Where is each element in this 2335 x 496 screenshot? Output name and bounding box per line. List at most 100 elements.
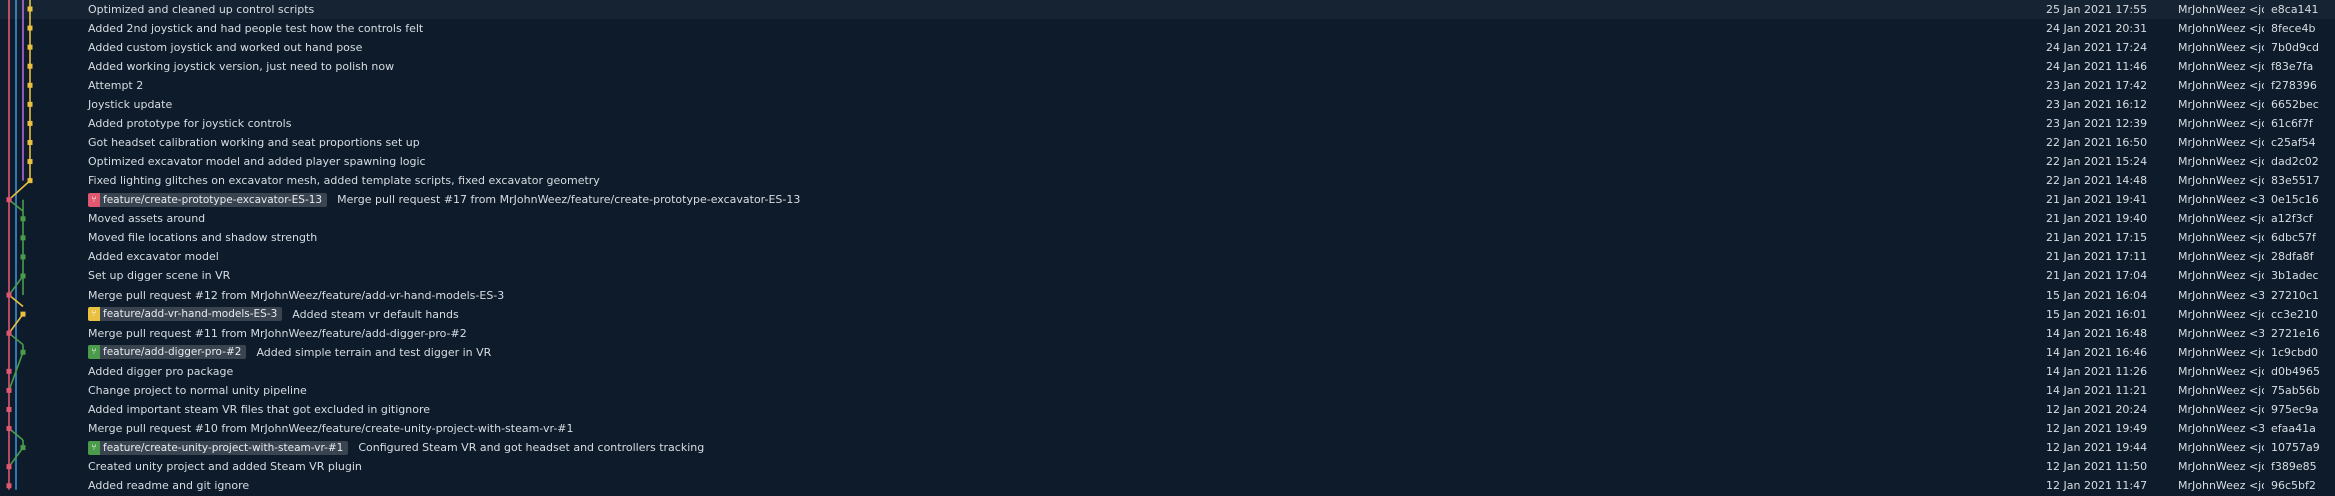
- commit-author: MrJohnWeez <john: [2178, 21, 2264, 35]
- commit-author: MrJohnWeez <john: [2178, 441, 2264, 455]
- commit-row[interactable]: ⑂ feature/add-vr-hand-models-ES-3 Added st…: [0, 305, 2335, 324]
- commit-row[interactable]: Optimized excavator model and added play…: [0, 152, 2335, 171]
- commit-date: 23 Jan 2021 16:12: [2046, 97, 2148, 111]
- commit-row[interactable]: Set up digger scene in VR 21 Jan 2021 17:…: [0, 266, 2335, 285]
- commit-message-cell: Got headset calibration working and seat…: [88, 133, 420, 152]
- commit-author: MrJohnWeez <john: [2178, 460, 2264, 474]
- commit-row[interactable]: Added working joystick version, just nee…: [0, 57, 2335, 76]
- commit-author: MrJohnWeez <john: [2178, 155, 2264, 169]
- commit-sha: 28dfa8f: [2271, 250, 2314, 264]
- commit-row[interactable]: Merge pull request #12 from MrJohnWeez/f…: [0, 286, 2335, 305]
- commit-row[interactable]: Added custom joystick and worked out han…: [0, 38, 2335, 57]
- commit-date: 12 Jan 2021 20:24: [2046, 402, 2148, 416]
- commit-message-cell: Added readme and git ignore: [88, 476, 249, 495]
- commit-row[interactable]: Merge pull request #10 from MrJohnWeez/f…: [0, 419, 2335, 438]
- commit-date: 22 Jan 2021 14:48: [2046, 174, 2148, 188]
- branch-tag-label: feature/create-prototype-excavator-ES-13: [103, 193, 323, 206]
- branch-tag[interactable]: ⑂ feature/add-vr-hand-models-ES-3: [88, 307, 283, 322]
- commit-sha: a12f3cf: [2271, 212, 2313, 226]
- commit-author: MrJohnWeez <john: [2178, 269, 2264, 283]
- commit-message-cell: ⑂ feature/create-unity-project-with-steam…: [88, 438, 704, 457]
- commit-message-cell: Attempt 2: [88, 76, 143, 95]
- commit-row[interactable]: Added prototype for joystick controls 23 …: [0, 114, 2335, 133]
- commit-date: 24 Jan 2021 17:24: [2046, 40, 2148, 54]
- commit-message-cell: Joystick update: [88, 95, 172, 114]
- commit-row[interactable]: Added 2nd joystick and had people test h…: [0, 19, 2335, 38]
- commit-message: Joystick update: [88, 97, 173, 111]
- commit-author: MrJohnWeez <john: [2178, 345, 2264, 359]
- commit-message-cell: Added excavator model: [88, 247, 219, 266]
- commit-sha: 6dbc57f: [2271, 231, 2316, 245]
- commit-log: Optimized and cleaned up control scripts…: [0, 0, 2335, 496]
- branch-icon: ⑂: [88, 440, 100, 455]
- commit-sha: dad2c02: [2271, 155, 2319, 169]
- commit-row[interactable]: Moved file locations and shadow strength…: [0, 228, 2335, 247]
- commit-date: 12 Jan 2021 19:44: [2046, 441, 2148, 455]
- commit-author: MrJohnWeez <john: [2178, 135, 2264, 149]
- commit-date: 14 Jan 2021 11:26: [2046, 364, 2148, 378]
- commit-author: MrJohnWeez <john: [2178, 307, 2264, 321]
- commit-message: Optimized excavator model and added play…: [88, 155, 426, 169]
- commit-message: Merge pull request #11 from MrJohnWeez/f…: [88, 326, 467, 340]
- commit-author: MrJohnWeez <john: [2178, 250, 2264, 264]
- commit-author: MrJohnWeez <john: [2178, 231, 2264, 245]
- branch-tag[interactable]: ⑂ feature/add-digger-pro-#2: [88, 345, 247, 360]
- commit-row[interactable]: Change project to normal unity pipeline 1…: [0, 381, 2335, 400]
- commit-sha: 2721e16: [2271, 326, 2320, 340]
- branch-tag[interactable]: ⑂ feature/create-unity-project-with-steam…: [88, 440, 349, 455]
- branch-tag-label: feature/add-digger-pro-#2: [103, 346, 242, 359]
- commit-message-cell: Added important steam VR files that got …: [88, 400, 430, 419]
- commit-date: 12 Jan 2021 11:47: [2046, 479, 2148, 493]
- commit-date: 12 Jan 2021 19:49: [2046, 422, 2148, 436]
- commit-author: MrJohnWeez <john: [2178, 479, 2264, 493]
- commit-message-cell: ⑂ feature/add-vr-hand-models-ES-3 Added st…: [88, 305, 459, 324]
- commit-sha: 1c9cbd0: [2271, 345, 2319, 359]
- commit-message: Attempt 2: [88, 78, 144, 92]
- commit-row[interactable]: Fixed lighting glitches on excavator mes…: [0, 171, 2335, 190]
- commit-row[interactable]: ⑂ feature/create-unity-project-with-steam…: [0, 438, 2335, 457]
- commit-message: Added working joystick version, just nee…: [88, 59, 395, 73]
- commit-date: 15 Jan 2021 16:04: [2046, 288, 2148, 302]
- commit-row[interactable]: Optimized and cleaned up control scripts…: [0, 0, 2335, 19]
- commit-date: 15 Jan 2021 16:01: [2046, 307, 2148, 321]
- commit-row[interactable]: Attempt 2 23 Jan 2021 17:42 MrJohnWeez <jo…: [0, 76, 2335, 95]
- commit-sha: f278396: [2271, 78, 2317, 92]
- commit-author: MrJohnWeez <john: [2178, 97, 2264, 111]
- commit-row[interactable]: Added readme and git ignore 12 Jan 2021 1…: [0, 476, 2335, 495]
- commit-sha: 96c5bf2: [2271, 479, 2316, 493]
- commit-sha: f389e85: [2271, 460, 2317, 474]
- commit-row[interactable]: Got headset calibration working and seat…: [0, 133, 2335, 152]
- commit-sha: 7b0d9cd: [2271, 40, 2319, 54]
- commit-message: Merge pull request #12 from MrJohnWeez/f…: [88, 288, 505, 302]
- branch-icon: ⑂: [88, 307, 100, 322]
- commit-date: 21 Jan 2021 17:04: [2046, 269, 2148, 283]
- commit-row[interactable]: Joystick update 23 Jan 2021 16:12 MrJohnWe…: [0, 95, 2335, 114]
- commit-message: Configured Steam VR and got headset and …: [358, 441, 705, 455]
- commit-row[interactable]: Added digger pro package 14 Jan 2021 11:2…: [0, 362, 2335, 381]
- commit-date: 23 Jan 2021 12:39: [2046, 116, 2148, 130]
- commit-message-cell: Moved assets around: [88, 209, 205, 228]
- commit-row[interactable]: Created unity project and added Steam VR…: [0, 457, 2335, 476]
- commit-author: MrJohnWeez <314: [2178, 326, 2264, 340]
- commit-message-cell: ⑂ feature/add-digger-pro-#2 Added simple t…: [88, 343, 491, 362]
- commit-row[interactable]: ⑂ feature/create-prototype-excavator-ES-1…: [0, 190, 2335, 209]
- commit-message-cell: Optimized excavator model and added play…: [88, 152, 426, 171]
- commit-date: 24 Jan 2021 20:31: [2046, 21, 2148, 35]
- commit-author: MrJohnWeez <john: [2178, 59, 2264, 73]
- commit-author: MrJohnWeez <john: [2178, 40, 2264, 54]
- commit-message: Created unity project and added Steam VR…: [88, 460, 362, 474]
- commit-row[interactable]: Added important steam VR files that got …: [0, 400, 2335, 419]
- commit-row[interactable]: Moved assets around 21 Jan 2021 19:40 MrJo…: [0, 209, 2335, 228]
- commit-row[interactable]: Merge pull request #11 from MrJohnWeez/f…: [0, 324, 2335, 343]
- commit-message: Moved assets around: [88, 212, 206, 226]
- commit-author: MrJohnWeez <john: [2178, 383, 2264, 397]
- commit-row[interactable]: Added excavator model 21 Jan 2021 17:11 Mr…: [0, 247, 2335, 266]
- commit-message-cell: Fixed lighting glitches on excavator mes…: [88, 171, 600, 190]
- commit-author: MrJohnWeez <john: [2178, 2, 2264, 16]
- branch-tag-label: feature/create-unity-project-with-steam-…: [103, 441, 344, 454]
- commit-message: Added simple terrain and test digger in …: [256, 345, 492, 359]
- branch-tag[interactable]: ⑂ feature/create-prototype-excavator-ES-1…: [88, 192, 328, 207]
- commit-message: Added prototype for joystick controls: [88, 116, 292, 130]
- commit-row[interactable]: ⑂ feature/add-digger-pro-#2 Added simple t…: [0, 343, 2335, 362]
- commit-author: MrJohnWeez <314: [2178, 193, 2264, 207]
